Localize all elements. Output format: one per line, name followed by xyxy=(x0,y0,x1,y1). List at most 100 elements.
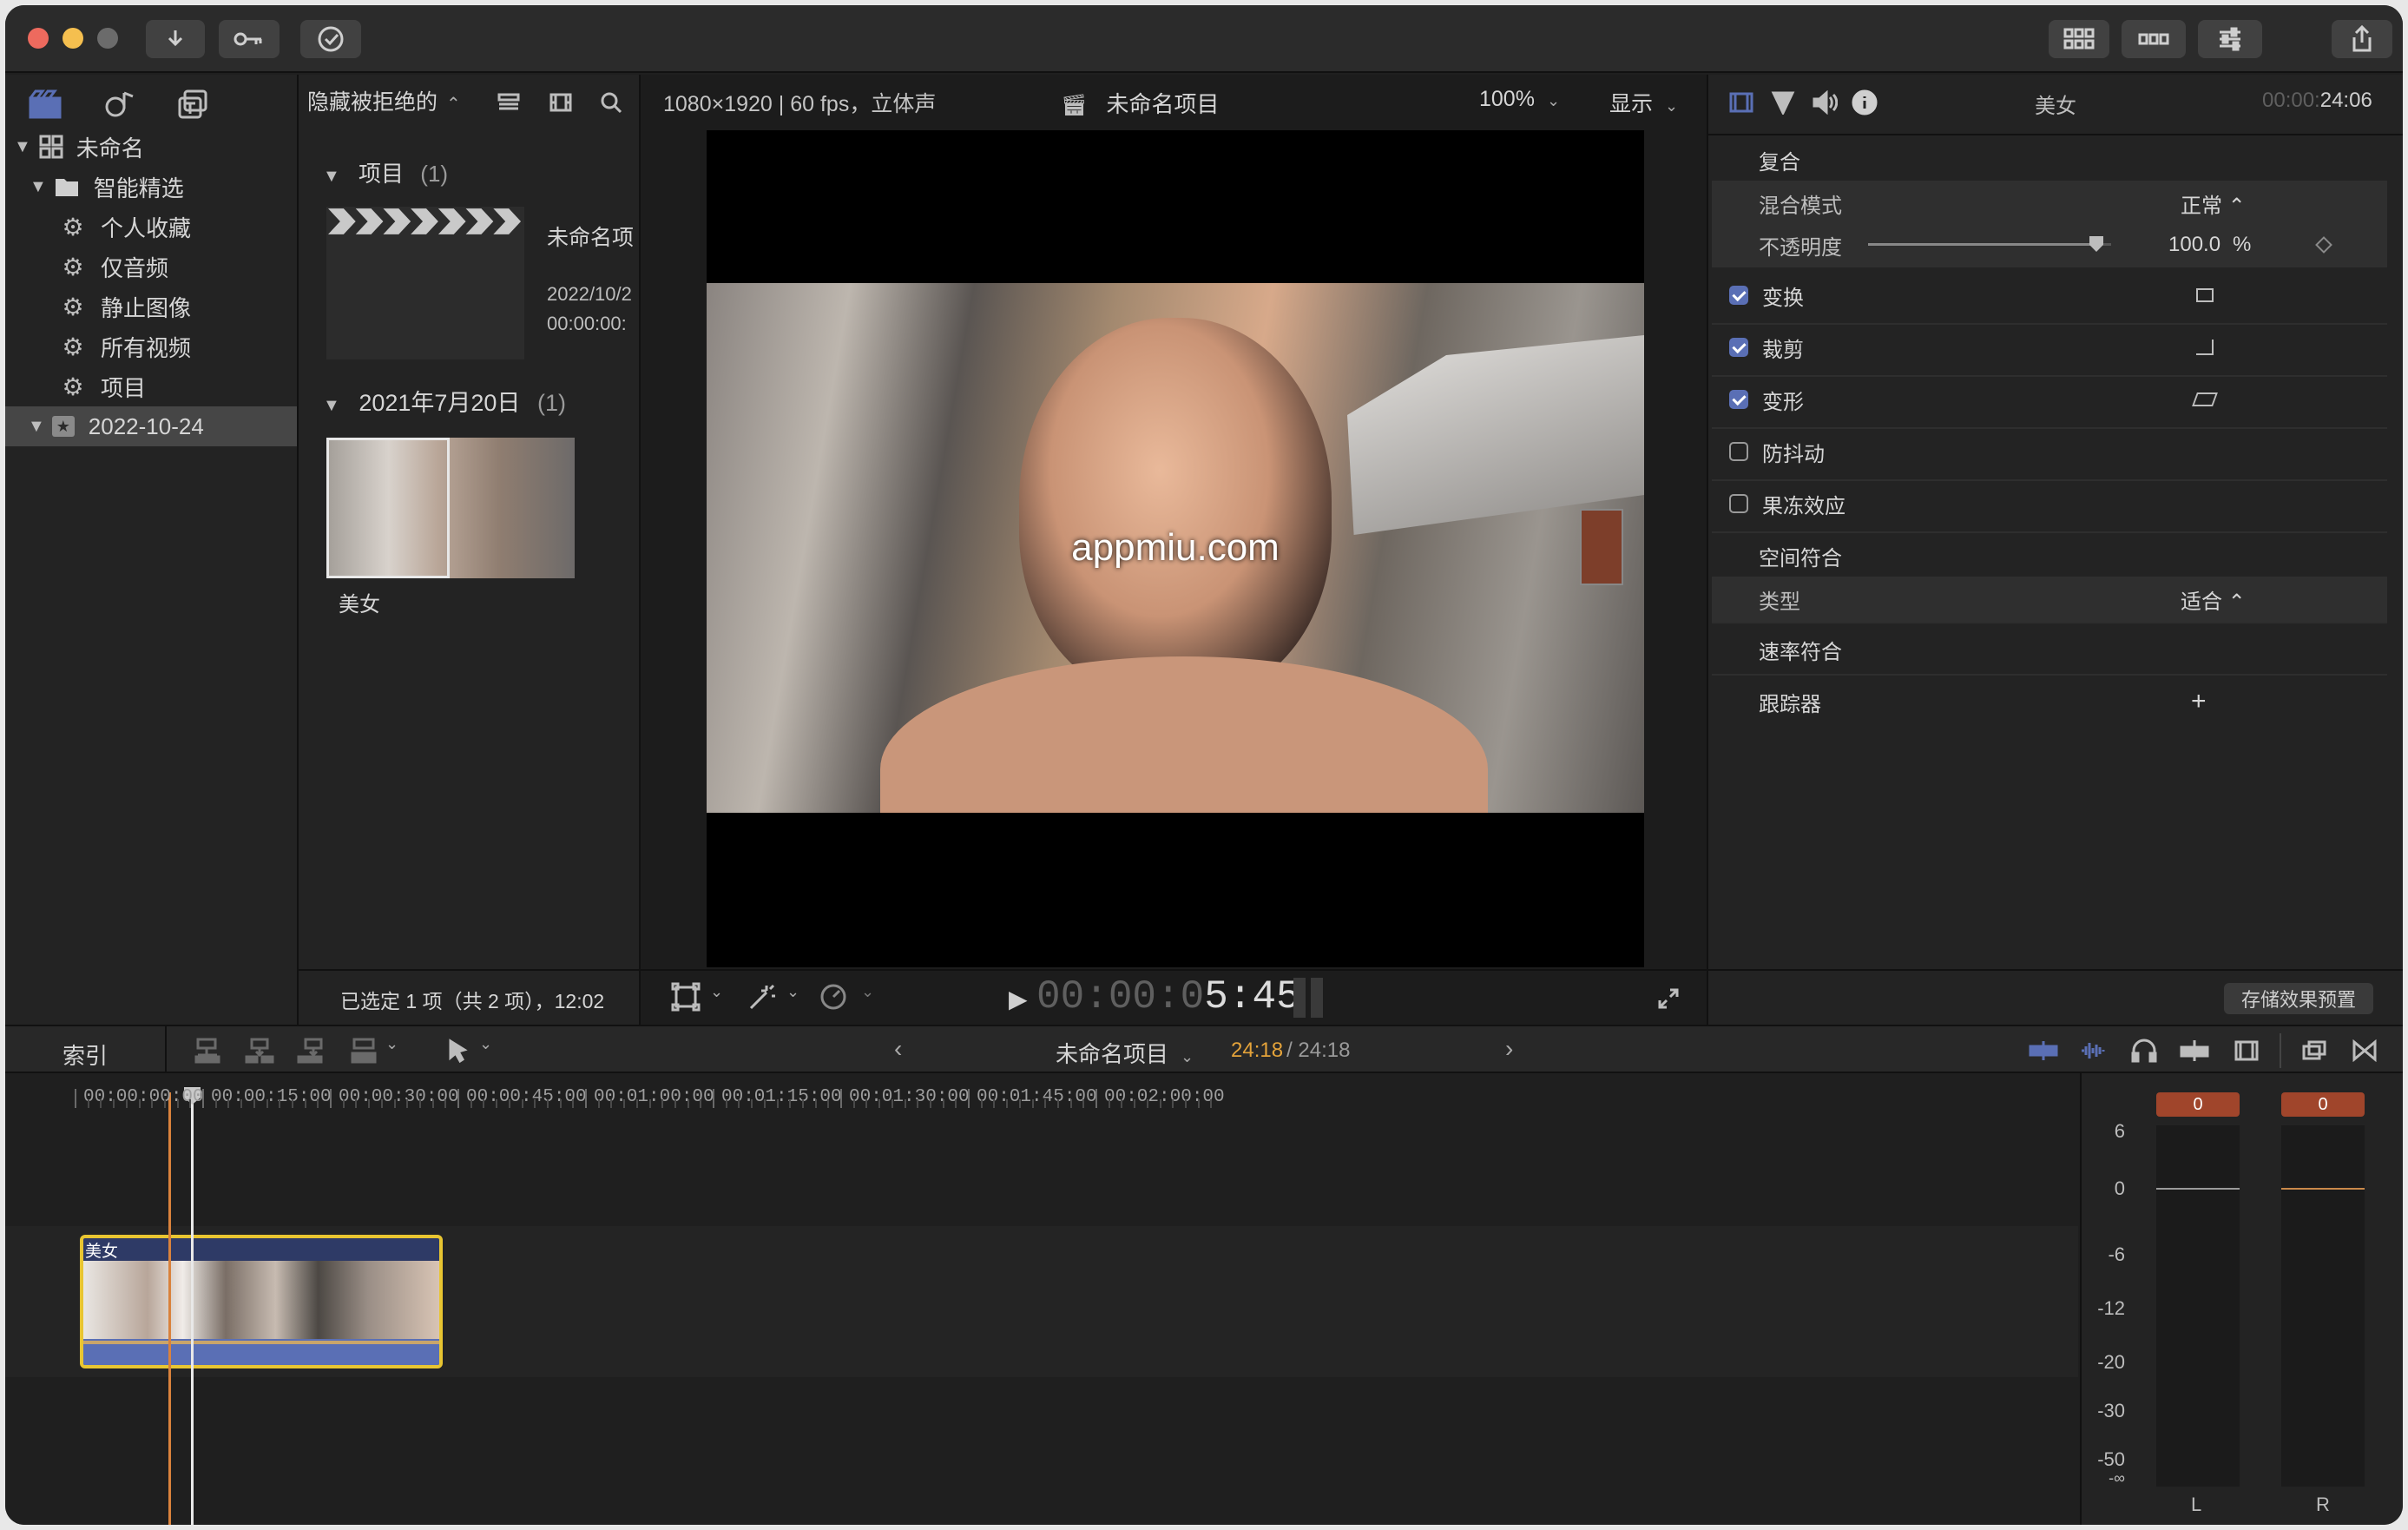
chevron-down-icon[interactable]: ⌄ xyxy=(385,1035,398,1053)
collection-label: 仅音频 xyxy=(101,254,169,281)
connect-clip-icon[interactable] xyxy=(188,1033,227,1068)
ruler-minor-tick xyxy=(521,1099,523,1108)
chevron-down-icon[interactable]: ⌄ xyxy=(710,983,723,1001)
ruler-minor-tick xyxy=(418,1099,421,1108)
history-forward-icon[interactable]: › xyxy=(1505,1035,1513,1063)
opacity-value[interactable]: 100.0 xyxy=(2168,233,2220,257)
smart-folder[interactable]: ▼ 智能精选 xyxy=(5,167,297,207)
timeline-toggle-button[interactable] xyxy=(2122,20,2186,58)
rolling-shutter-checkbox[interactable] xyxy=(1729,494,1748,513)
composite-section[interactable]: 复合 xyxy=(1712,137,2387,182)
keyword-button[interactable] xyxy=(219,20,280,58)
opacity-slider-knob[interactable] xyxy=(2089,236,2103,252)
rolling-shutter-row[interactable]: 果冻效应 xyxy=(1712,481,2387,526)
select-tool-icon[interactable] xyxy=(441,1033,476,1068)
retime-icon[interactable] xyxy=(811,979,856,1014)
viewer-timecode[interactable]: 00:00:05:45 xyxy=(1036,974,1300,1019)
minimize-button[interactable] xyxy=(63,28,83,49)
ruler-minor-tick xyxy=(904,1099,906,1108)
audio-skimming-icon[interactable] xyxy=(2076,1035,2111,1066)
clip-appearance-icon[interactable] xyxy=(543,87,578,118)
timeline-clip[interactable]: 美女 xyxy=(80,1235,443,1368)
transform-row[interactable]: 变换 xyxy=(1712,273,2387,318)
clip-name: 美女 xyxy=(339,593,380,617)
event-item[interactable]: ▼ ★ 2022-10-24 xyxy=(5,406,297,446)
browser-toggle-button[interactable] xyxy=(2049,20,2109,58)
video-canvas[interactable]: appmiu.com xyxy=(707,130,1644,967)
share-button[interactable] xyxy=(2332,20,2392,58)
add-tracker-button[interactable]: + xyxy=(2191,687,2207,716)
event-date-section-header[interactable]: ▼ 2021年7月20日 (1) xyxy=(323,384,566,418)
rate-conform-section[interactable]: 速率符合 xyxy=(1712,627,2387,672)
timeline-index-toggle-icon[interactable] xyxy=(2297,1035,2332,1066)
clip-thumbnail[interactable] xyxy=(326,438,575,578)
collection-audio-only[interactable]: ⚙ 仅音频 xyxy=(5,247,297,287)
transitions-browser-icon[interactable] xyxy=(2347,1035,2382,1066)
save-effects-preset-button[interactable]: 存储效果预置 xyxy=(2224,983,2373,1014)
crop-checkbox[interactable] xyxy=(1729,338,1748,357)
color-inspector-icon[interactable] xyxy=(1766,85,1800,120)
chevron-down-icon[interactable]: ⌄ xyxy=(786,983,799,1001)
timeline-index-button[interactable]: 索引 xyxy=(63,1039,108,1071)
disclosure-triangle-icon[interactable]: ▼ xyxy=(30,177,47,197)
close-button[interactable] xyxy=(28,28,49,49)
solo-headphones-icon[interactable] xyxy=(2127,1035,2161,1066)
chevron-down-icon[interactable]: ⌄ xyxy=(861,983,874,1001)
disclosure-triangle-icon[interactable]: ▼ xyxy=(28,417,45,437)
distort-onscreen-icon[interactable] xyxy=(2192,392,2218,406)
library-root[interactable]: ▼ 未命名 xyxy=(5,127,297,167)
transform-onscreen-icon[interactable] xyxy=(2196,288,2214,302)
list-view-icon[interactable] xyxy=(491,87,526,118)
audio-inspector-icon[interactable] xyxy=(1807,85,1842,120)
collection-stills[interactable]: ⚙ 静止图像 xyxy=(5,287,297,326)
timeline-project-title[interactable]: 未命名项目 ⌄ xyxy=(1056,1037,1194,1069)
zoom-button[interactable] xyxy=(97,28,118,49)
stabilization-checkbox[interactable] xyxy=(1729,442,1748,461)
transform-tool-icon[interactable] xyxy=(663,979,708,1014)
search-icon[interactable] xyxy=(594,87,628,118)
crop-row[interactable]: 裁剪 xyxy=(1712,325,2387,370)
opacity-slider-track[interactable] xyxy=(1868,236,2111,252)
video-inspector-icon[interactable] xyxy=(1724,85,1759,120)
projects-section-header[interactable]: ▼ 项目 (1) xyxy=(323,156,448,188)
disclosure-triangle-icon[interactable]: ▼ xyxy=(14,137,31,157)
peak-indicator-right[interactable]: 0 xyxy=(2281,1092,2365,1117)
ruler-minor-tick xyxy=(1184,1099,1187,1108)
photos-audio-icon[interactable] xyxy=(97,85,142,123)
titles-generators-icon[interactable] xyxy=(170,85,215,123)
insert-clip-icon[interactable] xyxy=(240,1033,280,1068)
view-options-popup[interactable]: 显示 ⌄ xyxy=(1609,87,1678,118)
project-thumbnail[interactable] xyxy=(326,207,524,359)
skimming-icon[interactable] xyxy=(2026,1035,2061,1066)
distort-row[interactable]: 变形 xyxy=(1712,377,2387,422)
chevron-down-icon[interactable]: ⌄ xyxy=(479,1035,492,1053)
libraries-icon[interactable] xyxy=(23,85,68,123)
filter-popup[interactable]: 隐藏被拒绝的 ⌃ xyxy=(307,85,461,116)
info-icon[interactable] xyxy=(1847,85,1882,120)
append-clip-icon[interactable] xyxy=(292,1033,332,1068)
collection-projects[interactable]: ⚙ 项目 xyxy=(5,366,297,406)
transform-checkbox[interactable] xyxy=(1729,286,1748,305)
peak-indicator-left[interactable]: 0 xyxy=(2156,1092,2240,1117)
blend-mode-popup[interactable]: 正常 ⌃ xyxy=(2181,188,2246,219)
distort-checkbox[interactable] xyxy=(1729,390,1748,409)
snapping-icon[interactable] xyxy=(2177,1035,2212,1066)
fullscreen-icon[interactable] xyxy=(1651,981,1686,1016)
history-back-icon[interactable]: ‹ xyxy=(894,1035,902,1063)
keyframe-icon[interactable] xyxy=(2315,236,2332,254)
inspector-toggle-button[interactable] xyxy=(2198,20,2262,58)
conform-type-popup[interactable]: 适合 ⌃ xyxy=(2181,584,2246,615)
stabilization-row[interactable]: 防抖动 xyxy=(1712,429,2387,474)
clip-appearance-icon[interactable] xyxy=(2229,1035,2264,1066)
playhead[interactable] xyxy=(191,1092,194,1525)
crop-onscreen-icon[interactable] xyxy=(2196,340,2214,355)
zoom-popup[interactable]: 100% ⌄ xyxy=(1479,87,1560,112)
play-button[interactable]: ▶ xyxy=(1009,985,1028,1013)
overwrite-clip-icon[interactable] xyxy=(344,1033,384,1068)
background-tasks-button[interactable] xyxy=(300,20,361,58)
spatial-conform-section[interactable]: 空间符合 xyxy=(1712,533,2387,578)
enhancements-icon[interactable] xyxy=(740,979,785,1014)
import-button[interactable] xyxy=(146,20,205,58)
collection-favorites[interactable]: ⚙ 个人收藏 xyxy=(5,207,297,247)
collection-all-video[interactable]: ⚙ 所有视频 xyxy=(5,326,297,366)
